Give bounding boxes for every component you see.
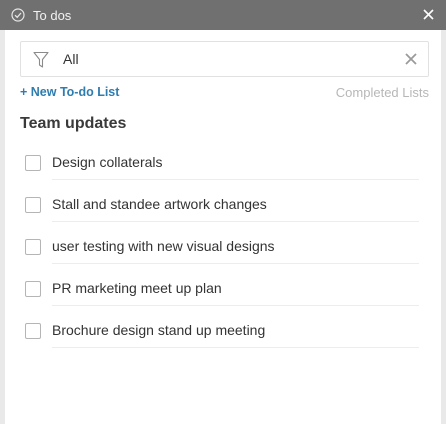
divider (52, 263, 419, 264)
new-todo-list-button[interactable]: + New To-do List (20, 85, 119, 99)
todo-label[interactable]: Stall and standee artwork changes (52, 196, 267, 212)
todo-label[interactable]: Brochure design stand up meeting (52, 322, 265, 338)
todo-item: user testing with new visual designs (20, 234, 429, 276)
todo-panel: All + New To-do List Completed Lists Tea… (5, 30, 441, 424)
list-title: Team updates (20, 115, 127, 132)
funnel-icon (33, 51, 49, 69)
close-window-button[interactable] (420, 6, 436, 22)
todo-checkbox[interactable] (25, 155, 41, 171)
todo-checkbox[interactable] (25, 281, 41, 297)
close-icon (405, 53, 417, 65)
todo-checkbox[interactable] (25, 323, 41, 339)
todo-item: Brochure design stand up meeting (20, 318, 429, 360)
filter-bar[interactable]: All (20, 41, 429, 77)
divider (52, 347, 419, 348)
window-title: To dos (33, 7, 72, 23)
todo-label[interactable]: PR marketing meet up plan (52, 280, 222, 296)
clear-filter-button[interactable] (404, 52, 418, 66)
todo-items: Design collaterals Stall and standee art… (20, 150, 429, 360)
todo-label[interactable]: Design collaterals (52, 154, 163, 170)
todo-checkbox[interactable] (25, 197, 41, 213)
close-icon (422, 8, 434, 20)
todo-item: Design collaterals (20, 150, 429, 192)
divider (52, 179, 419, 180)
window-titlebar: To dos (0, 0, 446, 30)
completed-lists-link[interactable]: Completed Lists (336, 85, 429, 100)
checkmark-circle-icon (11, 8, 25, 22)
filter-value: All (63, 51, 79, 67)
todo-item: PR marketing meet up plan (20, 276, 429, 318)
divider (52, 305, 419, 306)
divider (52, 221, 419, 222)
todo-checkbox[interactable] (25, 239, 41, 255)
list-actions: + New To-do List Completed Lists (20, 80, 429, 110)
todo-label[interactable]: user testing with new visual designs (52, 238, 275, 254)
todo-item: Stall and standee artwork changes (20, 192, 429, 234)
